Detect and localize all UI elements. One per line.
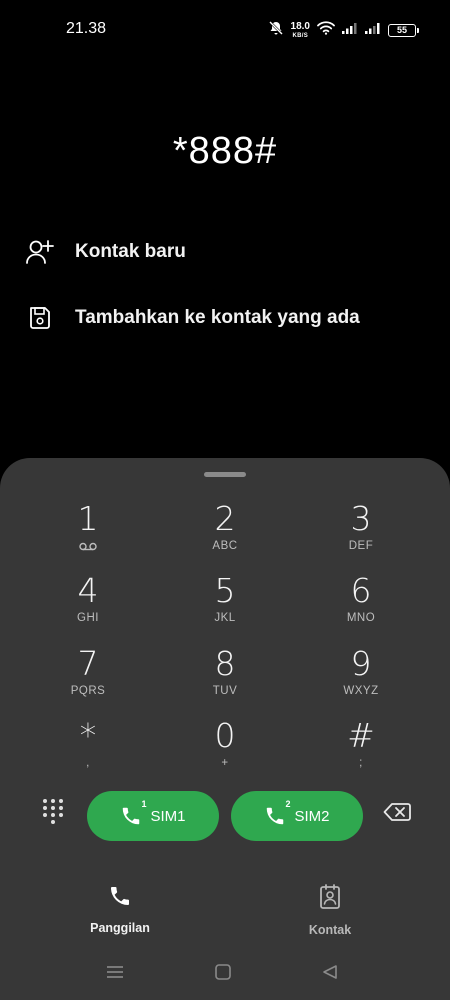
- key-digit: 5: [214, 571, 236, 610]
- home-button[interactable]: [211, 962, 235, 986]
- menu-icon: [106, 965, 124, 984]
- call-sim2-button[interactable]: 2 SIM2: [231, 791, 363, 841]
- dialed-number[interactable]: *888#: [0, 130, 450, 173]
- key-star[interactable]: * ,: [28, 717, 148, 783]
- key-4[interactable]: 4 GHI: [28, 572, 148, 638]
- net-speed-value: 18.0: [290, 20, 310, 32]
- add-to-contact-row[interactable]: Tambahkan ke kontak yang ada: [0, 293, 450, 343]
- tab-calls[interactable]: Panggilan: [60, 884, 180, 935]
- save-icon: [24, 302, 56, 334]
- signal-icon: [365, 21, 381, 39]
- key-digit: 1: [77, 499, 99, 538]
- system-nav-bar: [0, 954, 450, 994]
- voicemail-icon: [79, 540, 97, 552]
- new-contact-label: Kontak baru: [75, 241, 186, 262]
- add-to-contact-label: Tambahkan ke kontak yang ada: [75, 307, 360, 328]
- key-digit: 0: [214, 716, 236, 755]
- call-sim1-button[interactable]: 1 SIM1: [87, 791, 219, 841]
- status-bar: 21.38 18.0 KB/S 55: [0, 0, 450, 60]
- tab-calls-label: Panggilan: [90, 921, 150, 935]
- key-digit: 6: [350, 571, 372, 610]
- mute-icon: [268, 20, 284, 41]
- tab-contacts-label: Kontak: [308, 923, 352, 937]
- signal-icon: [342, 21, 358, 39]
- battery-level: 55: [396, 25, 407, 35]
- recent-apps-button[interactable]: [103, 962, 127, 986]
- key-letters: TUV: [212, 685, 238, 697]
- phone-icon: 2: [264, 799, 290, 827]
- back-triangle-icon: [322, 964, 338, 985]
- key-digit: *: [79, 716, 97, 755]
- drag-handle[interactable]: [204, 472, 246, 477]
- key-letters: PQRS: [70, 685, 106, 697]
- phone-icon: [108, 884, 132, 913]
- key-9[interactable]: 9 WXYZ: [301, 645, 421, 711]
- contacts-book-icon: [318, 884, 342, 915]
- key-digit: #: [347, 716, 375, 755]
- key-letters: GHI: [77, 612, 99, 624]
- bottom-nav: Panggilan Kontak: [0, 884, 450, 944]
- key-letters: WXYZ: [343, 685, 379, 697]
- key-1[interactable]: 1: [28, 500, 148, 566]
- key-hash[interactable]: # ;: [301, 717, 421, 783]
- key-letters: MNO: [346, 612, 376, 624]
- key-digit: 3: [350, 499, 372, 538]
- net-speed-unit: KB/S: [292, 32, 309, 39]
- wifi-icon: [317, 20, 335, 40]
- backspace-button[interactable]: [381, 802, 413, 826]
- sim2-label: SIM2: [294, 807, 330, 825]
- sim1-label: SIM1: [150, 807, 186, 825]
- net-speed: 18.0 KB/S: [290, 20, 310, 39]
- key-0[interactable]: 0 +: [165, 717, 285, 783]
- key-8[interactable]: 8 TUV: [165, 645, 285, 711]
- key-digit: 9: [350, 644, 372, 683]
- back-button[interactable]: [318, 962, 342, 986]
- key-5[interactable]: 5 JKL: [165, 572, 285, 638]
- key-6[interactable]: 6 MNO: [301, 572, 421, 638]
- tab-contacts[interactable]: Kontak: [270, 884, 390, 937]
- key-digit: 8: [214, 644, 236, 683]
- sim1-badge: 1: [141, 799, 147, 809]
- key-letters: ,: [86, 757, 90, 769]
- phone-icon: 1: [120, 799, 146, 827]
- key-digit: 4: [77, 571, 99, 610]
- dialpad-icon: [41, 798, 65, 829]
- backspace-icon: [383, 802, 411, 827]
- key-3[interactable]: 3 DEF: [301, 500, 421, 566]
- key-letters: ;: [359, 757, 363, 769]
- new-contact-row[interactable]: Kontak baru: [0, 227, 450, 277]
- key-digit: 7: [77, 644, 99, 683]
- key-letters: JKL: [214, 612, 236, 624]
- key-digit: 2: [214, 499, 236, 538]
- battery-indicator: 55: [388, 23, 419, 37]
- key-letters: ABC: [212, 540, 238, 552]
- key-7[interactable]: 7 PQRS: [28, 645, 148, 711]
- key-2[interactable]: 2 ABC: [165, 500, 285, 566]
- keypad-toggle-button[interactable]: [38, 798, 68, 828]
- key-letters: DEF: [348, 540, 374, 552]
- home-square-icon: [215, 963, 231, 985]
- sim2-badge: 2: [285, 799, 291, 809]
- status-icons: 18.0 KB/S 55: [268, 18, 419, 42]
- key-letters: +: [221, 757, 229, 769]
- add-person-icon: [24, 236, 56, 268]
- dial-panel: 1 2 ABC 3 DEF 4 GHI 5 JKL 6 MNO 7 PQRS 8…: [0, 458, 450, 1000]
- status-time: 21.38: [66, 20, 107, 37]
